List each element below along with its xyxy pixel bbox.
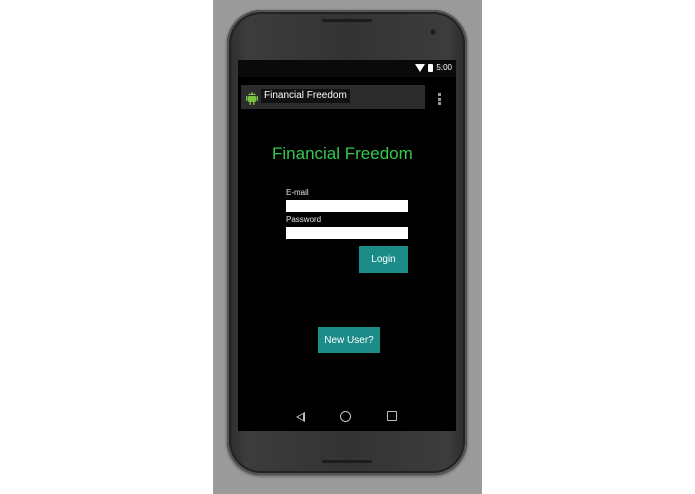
- app-title: Financial Freedom: [261, 89, 350, 103]
- android-icon: [246, 92, 258, 105]
- action-bar: Financial Freedom: [241, 85, 425, 109]
- email-field[interactable]: [286, 200, 408, 212]
- status-icons: 5:00: [415, 63, 452, 72]
- password-field[interactable]: [286, 227, 408, 239]
- back-icon[interactable]: [296, 412, 305, 422]
- top-speaker: [322, 19, 372, 22]
- email-label: E-mail: [286, 188, 309, 197]
- front-camera: [429, 28, 437, 36]
- password-label: Password: [286, 215, 322, 224]
- status-bar: 5:00: [238, 60, 456, 77]
- home-icon[interactable]: [340, 411, 351, 422]
- login-button[interactable]: Login: [359, 246, 408, 273]
- status-time: 5:00: [436, 63, 452, 72]
- phone-screen: 5:00 Financial Freedom Financial Freedom…: [238, 60, 456, 431]
- page-heading: Financial Freedom: [272, 144, 413, 163]
- wifi-icon: [415, 63, 426, 72]
- overflow-menu-icon[interactable]: [438, 93, 441, 105]
- phone-frame: 5:00 Financial Freedom Financial Freedom…: [227, 10, 467, 475]
- battery-icon: [428, 63, 434, 72]
- new-user-button[interactable]: New User?: [318, 327, 380, 353]
- navigation-bar: [238, 402, 456, 431]
- recents-icon[interactable]: [387, 411, 397, 421]
- bottom-speaker: [322, 460, 372, 463]
